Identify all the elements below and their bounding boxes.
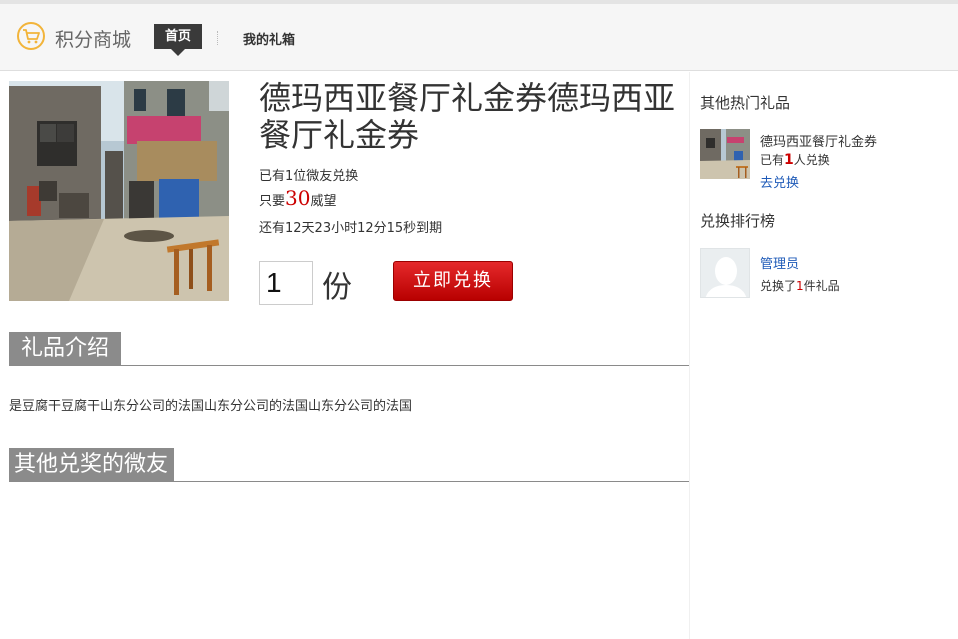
price-prefix: 只要 (259, 194, 286, 209)
hot-gifts-title: 其他热门礼品 (700, 94, 791, 112)
avatar[interactable] (700, 248, 750, 298)
winners-section-header: 其他兑奖的微友 (9, 448, 689, 482)
ranking-count-prefix: 兑换了 (760, 279, 797, 293)
hot-gift-redeem-link[interactable]: 去兑换 (760, 172, 799, 191)
price-line: 只要30威望 (259, 186, 336, 210)
hot-gift-count-value: 1 (784, 152, 794, 168)
redeem-button[interactable]: 立即兑换 (393, 261, 513, 301)
ranking-count-suffix: 件礼品 (803, 279, 840, 293)
intro-section-header: 礼品介绍 (9, 332, 689, 366)
hot-gift-count: 已有1人兑换 (760, 151, 830, 168)
ranking-user-name[interactable]: 管理员 (760, 253, 799, 272)
nav-divider (217, 31, 218, 45)
nav-home[interactable]: 首页 (154, 24, 202, 56)
countdown: 还有12天23小时12分15秒到期 (259, 221, 443, 236)
nav-my-gift-box[interactable]: 我的礼箱 (243, 29, 295, 48)
quantity-input[interactable]: 1 (259, 261, 313, 305)
winners-title: 其他兑奖的微友 (9, 448, 175, 481)
intro-text: 是豆腐干豆腐干山东分公司的法国山东分公司的法国山东分公司的法国 (9, 399, 413, 414)
hot-gift-thumbnail[interactable] (700, 129, 750, 179)
header: 积分商城 首页 我的礼箱 (0, 4, 958, 71)
logo-text[interactable]: 积分商城 (55, 25, 131, 52)
ranking-count-value: 1 (796, 279, 804, 293)
price-value: 30 (285, 186, 311, 210)
quantity-unit: 份 (322, 270, 352, 305)
cart-icon (17, 22, 45, 50)
intro-title: 礼品介绍 (9, 332, 122, 365)
sidebar: 其他热门礼品 德玛西亚餐厅礼金券 已有1人兑换 去兑换 兑换排行榜 管理员 兑换… (689, 72, 958, 639)
redeemed-count: 已有1位微友兑换 (259, 169, 359, 184)
hot-gift-count-prefix: 已有 (760, 153, 785, 167)
hot-gift-count-suffix: 人兑换 (793, 153, 830, 167)
ranking-title: 兑换排行榜 (700, 212, 776, 230)
price-unit: 威望 (310, 194, 337, 209)
product-title: 德玛西亚餐厅礼金券德玛西亚餐厅礼金券 (259, 79, 676, 154)
ranking-user-count: 兑换了1件礼品 (760, 277, 840, 294)
hot-gift-name[interactable]: 德玛西亚餐厅礼金券 (760, 131, 877, 150)
product-image (9, 81, 229, 301)
